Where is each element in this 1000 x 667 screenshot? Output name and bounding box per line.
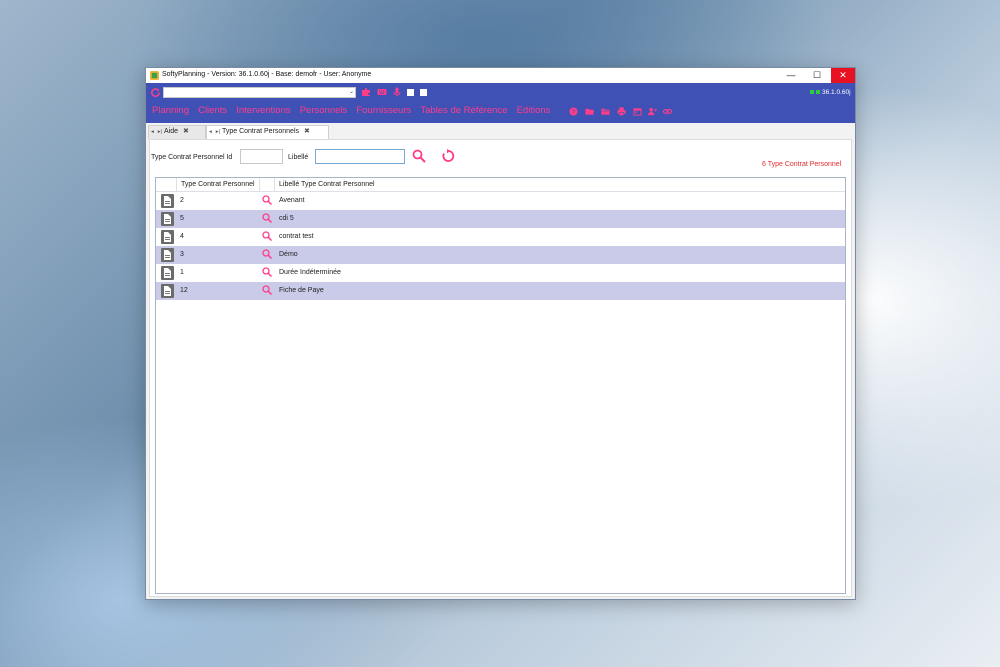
document-icon[interactable] (161, 284, 174, 298)
database-combo[interactable]: ⌄ (163, 87, 356, 98)
calendar-icon[interactable] (633, 107, 642, 116)
cell-id: 12 (180, 287, 188, 294)
toolbar: ⌄ 36.1.0.60j Planning Clients Interventi… (146, 83, 855, 123)
menu-item-planning[interactable]: Planning (152, 104, 189, 118)
magnifier-icon[interactable] (262, 195, 272, 205)
status-dot-icon (810, 90, 814, 95)
tab-next-icon[interactable]: ▸| (216, 126, 220, 138)
column-header-search (259, 178, 274, 192)
menu-item-interventions[interactable]: Interventions (236, 104, 290, 118)
document-icon[interactable] (161, 230, 174, 244)
document-icon[interactable] (161, 248, 174, 262)
link-icon[interactable] (663, 107, 672, 116)
filter-libelle-label: Libellé (288, 154, 309, 161)
puzzle-icon[interactable] (361, 87, 371, 97)
filter-id-input[interactable] (240, 149, 283, 164)
microphone-icon[interactable] (392, 87, 402, 97)
table-row[interactable]: 4 contrat test (156, 228, 845, 246)
help-icon[interactable]: ? (569, 107, 578, 116)
cell-id: 5 (180, 215, 184, 222)
menu-item-clients[interactable]: Clients (198, 104, 227, 118)
menu-item-fournisseurs[interactable]: Fournisseurs (356, 104, 411, 118)
tab-close-icon[interactable]: ✖ (304, 126, 310, 138)
svg-text:?: ? (572, 109, 576, 116)
toolbar-checkbox-1[interactable] (407, 89, 414, 96)
cell-id: 1 (180, 269, 184, 276)
column-header-libelle[interactable]: Libellé Type Contrat Personnel (274, 178, 474, 192)
print-icon[interactable] (617, 107, 626, 116)
reset-icon[interactable] (441, 149, 455, 163)
title-bar[interactable]: SoftyPlanning - Version: 36.1.0.60j - Ba… (146, 68, 855, 83)
cell-libelle: Durée Indéterminée (279, 269, 341, 276)
keyboard-icon[interactable] (377, 87, 387, 97)
status-dot-icon (816, 90, 820, 95)
cell-id: 4 (180, 233, 184, 240)
magnifier-icon[interactable] (262, 231, 272, 241)
folder-open-icon[interactable] (601, 107, 610, 116)
tab-close-icon[interactable]: ✖ (183, 126, 189, 138)
folder-icon[interactable] (585, 107, 594, 116)
tab-next-icon[interactable]: ▸| (158, 126, 162, 138)
column-header-id[interactable]: Type Contrat Personnel (176, 178, 259, 192)
menu-item-personnels[interactable]: Personnels (300, 104, 348, 118)
filter-id-label: Type Contrat Personnel Id (151, 154, 233, 161)
table-row[interactable]: 2 Avenant (156, 192, 845, 210)
data-grid: Type Contrat Personnel Libellé Type Cont… (155, 177, 846, 594)
version-status: 36.1.0.60j (810, 89, 851, 96)
magnifier-icon[interactable] (262, 213, 272, 223)
cell-id: 2 (180, 197, 184, 204)
result-count: 6 Type Contrat Personnel (762, 161, 842, 168)
magnifier-icon[interactable] (262, 267, 272, 277)
toolbar-checkbox-2[interactable] (420, 89, 427, 96)
document-icon[interactable] (161, 266, 174, 280)
list-panel: Type Contrat Personnel Id Libellé 6 Type… (149, 139, 852, 597)
version-label: 36.1.0.60j (822, 89, 851, 96)
minimize-button[interactable]: — (778, 68, 804, 83)
maximize-button[interactable]: ☐ (804, 68, 830, 83)
table-row[interactable]: 5 cdi 5 (156, 210, 845, 228)
tab-label: Type Contrat Personnels (221, 128, 300, 135)
close-button[interactable]: ✕ (831, 68, 855, 83)
magnifier-icon[interactable] (262, 285, 272, 295)
tab-bar: ◂ ▸| Aide ✖ ◂ ▸| Type Contrat Personnels ✖ (146, 123, 855, 139)
tab-prev-icon[interactable]: ◂ (209, 126, 212, 138)
cell-libelle: contrat test (279, 233, 314, 240)
document-icon[interactable] (161, 194, 174, 208)
table-row[interactable]: 3 Démo (156, 246, 845, 264)
filter-libelle-input[interactable] (315, 149, 405, 164)
tab-prev-icon[interactable]: ◂ (151, 126, 154, 138)
cell-libelle: cdi 5 (279, 215, 294, 222)
cell-libelle: Fiche de Paye (279, 287, 324, 294)
refresh-icon[interactable] (150, 87, 161, 98)
magnifier-icon[interactable] (262, 249, 272, 259)
cell-libelle: Démo (279, 251, 298, 258)
menu-item-editions[interactable]: Editions (517, 104, 551, 118)
menu-item-tables-reference[interactable]: Tables de Référence (420, 104, 507, 118)
table-row[interactable]: 1 Durée Indéterminée (156, 264, 845, 282)
main-menu: Planning Clients Interventions Personnel… (152, 104, 557, 118)
chevron-down-icon[interactable]: ⌄ (349, 88, 354, 97)
tab-label: Aide (163, 128, 178, 135)
window-title: SoftyPlanning - Version: 36.1.0.60j - Ba… (162, 71, 372, 78)
grid-header: Type Contrat Personnel Libellé Type Cont… (156, 178, 845, 192)
tab-type-contrat-personnels[interactable]: ◂ ▸| Type Contrat Personnels ✖ (206, 125, 329, 139)
search-icon[interactable] (412, 149, 426, 163)
table-row[interactable]: 12 Fiche de Paye (156, 282, 845, 300)
app-logo-icon (150, 71, 159, 80)
cell-id: 3 (180, 251, 184, 258)
app-window: SoftyPlanning - Version: 36.1.0.60j - Ba… (145, 67, 856, 600)
document-icon[interactable] (161, 212, 174, 226)
content-area: ◂ ▸| Aide ✖ ◂ ▸| Type Contrat Personnels ✖ Typ… (146, 123, 855, 599)
tab-aide[interactable]: ◂ ▸| Aide ✖ (148, 125, 206, 139)
users-icon[interactable] (648, 107, 657, 116)
cell-libelle: Avenant (279, 197, 305, 204)
